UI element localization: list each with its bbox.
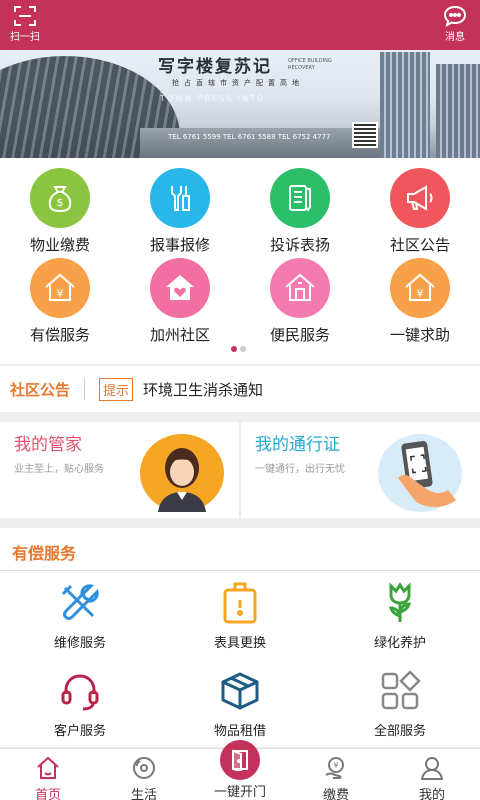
service-customer[interactable]: 客户服务 — [0, 668, 160, 739]
user-icon — [420, 757, 444, 780]
flower-icon — [389, 582, 411, 622]
headset-icon — [61, 674, 99, 711]
megaphone-icon — [390, 168, 450, 228]
tools-icon — [150, 168, 210, 228]
butler-avatar-icon — [140, 434, 224, 512]
menu-paid-service[interactable]: ¥ 有偿服务 — [0, 258, 120, 345]
nav-mine[interactable]: 我的 — [384, 755, 480, 800]
menu-property-fee[interactable]: $ 物业缴费 — [0, 168, 120, 255]
menu-label: 有偿服务 — [29, 326, 90, 344]
money-bag-icon: $ — [30, 168, 90, 228]
nav-label: 缴费 — [322, 788, 349, 800]
page-indicator — [231, 346, 246, 352]
nav-pay[interactable]: ¥ 缴费 — [288, 755, 384, 800]
menu-label: 报事报修 — [149, 236, 210, 254]
cards-section: 我的管家 业主至上，贴心服务 我的通行证 一键通行，出行无忧 — [0, 422, 480, 518]
service-rental[interactable]: 物品租借 — [160, 668, 320, 739]
scan-icon — [14, 6, 36, 26]
banner-subtitle-en2: TOWN PRESS INTO — [160, 94, 266, 103]
service-repair[interactable]: 维修服务 — [0, 580, 160, 651]
menu-community-notice[interactable]: 社区公告 — [360, 168, 480, 255]
open-door-button[interactable] — [220, 740, 260, 780]
scan-button[interactable]: 扫一扫 — [10, 4, 40, 43]
menu-report-repair[interactable]: 报事报修 — [120, 168, 240, 255]
menu-label: 投诉表扬 — [269, 236, 330, 254]
service-label: 客户服务 — [53, 724, 106, 739]
service-label: 物品租借 — [213, 724, 266, 739]
service-label: 维修服务 — [53, 636, 106, 651]
service-all[interactable]: 全部服务 — [320, 668, 480, 739]
svg-text:$: $ — [57, 196, 64, 209]
house-door-icon — [270, 258, 330, 318]
service-label: 绿化养护 — [373, 636, 426, 651]
notebook-icon — [270, 168, 330, 228]
svg-text:¥: ¥ — [417, 287, 424, 300]
home-icon — [37, 756, 59, 779]
door-icon — [232, 749, 248, 771]
card-title: 我的通行证 — [255, 435, 340, 455]
nav-label: 首页 — [34, 788, 61, 800]
menu-california-community[interactable]: 加州社区 — [120, 258, 240, 345]
message-label: 消息 — [445, 32, 465, 43]
notice-title: 社区公告 — [10, 380, 71, 399]
qr-code-icon — [352, 122, 378, 148]
house-yen-icon: ¥ — [30, 258, 90, 318]
house-help-icon: ¥ — [390, 258, 450, 318]
open-door-label: 一键开门 — [213, 785, 266, 800]
my-butler-card[interactable]: 我的管家 业主至上，贴心服务 — [0, 422, 239, 518]
menu-complaint[interactable]: 投诉表扬 — [240, 168, 360, 255]
service-label: 表具更换 — [213, 636, 266, 651]
banner-subtitle-en: OFFICE BUILDING RECOVERY — [288, 58, 332, 71]
function-grid: $ 物业缴费 报事报修 投诉表扬 社区公告 ¥ 有偿服务 加州社区 便民服务 ¥… — [0, 158, 480, 364]
my-pass-card[interactable]: 我的通行证 一键通行，出行无忧 — [241, 422, 480, 518]
banner-phones: TEL 6761 5599 TEL 6761 5588 TEL 6752 477… — [168, 133, 331, 141]
section-divider — [0, 570, 480, 571]
notice-tag: 提示 — [99, 377, 134, 401]
app-header: 扫一扫 消息 — [0, 0, 480, 50]
box-icon — [221, 672, 259, 710]
menu-label: 便民服务 — [269, 326, 330, 344]
nav-label: 生活 — [130, 788, 157, 800]
card-title: 我的管家 — [14, 435, 82, 455]
section-title: 有偿服务 — [12, 544, 77, 563]
svg-text:¥: ¥ — [57, 287, 64, 300]
phone-pass-icon — [378, 434, 462, 512]
menu-convenience[interactable]: 便民服务 — [240, 258, 360, 345]
chat-icon — [443, 5, 467, 27]
grid-icon — [381, 670, 421, 710]
service-greening[interactable]: 绿化养护 — [320, 580, 480, 651]
notice-bar[interactable]: 社区公告 提示 环境卫生消杀通知 — [0, 366, 480, 412]
disc-icon — [133, 757, 155, 779]
banner-title: 写字楼复苏记 — [158, 57, 272, 77]
nav-life[interactable]: 生活 — [96, 755, 192, 800]
meter-icon — [223, 582, 257, 624]
paid-services-section: 有偿服务 维修服务 表具更换 绿化养护 客户服务 物品租借 全部服务 — [0, 528, 480, 747]
nav-label: 我的 — [418, 788, 445, 800]
pay-icon: ¥ — [325, 757, 344, 779]
nav-home[interactable]: 首页 — [0, 755, 96, 800]
notice-text[interactable]: 环境卫生消杀通知 — [143, 379, 263, 400]
service-meter[interactable]: 表具更换 — [160, 580, 320, 651]
service-label: 全部服务 — [373, 724, 426, 739]
notice-divider — [84, 378, 86, 400]
page-dot[interactable] — [240, 346, 246, 352]
banner-subtitle: 抢占直辖市资产配置高地 — [172, 79, 304, 87]
scan-label: 扫一扫 — [10, 32, 40, 43]
banner-tower-graphic-2 — [436, 64, 480, 158]
menu-one-key-help[interactable]: ¥ 一键求助 — [360, 258, 480, 345]
page-dot-active[interactable] — [231, 346, 237, 352]
card-subtitle: 一键通行，出行无忧 — [255, 464, 345, 475]
menu-label: 加州社区 — [149, 326, 210, 344]
svg-text:¥: ¥ — [333, 761, 338, 770]
banner-tower-graphic — [380, 52, 430, 158]
message-button[interactable]: 消息 — [442, 4, 468, 43]
menu-label: 物业缴费 — [29, 236, 90, 254]
promo-banner[interactable]: 写字楼复苏记 OFFICE BUILDING RECOVERY 抢占直辖市资产配… — [0, 50, 480, 158]
menu-label: 社区公告 — [389, 236, 450, 254]
menu-label: 一键求助 — [389, 326, 450, 344]
card-subtitle: 业主至上，贴心服务 — [14, 464, 104, 475]
house-heart-icon — [150, 258, 210, 318]
wrench-screwdriver-icon — [61, 584, 99, 620]
